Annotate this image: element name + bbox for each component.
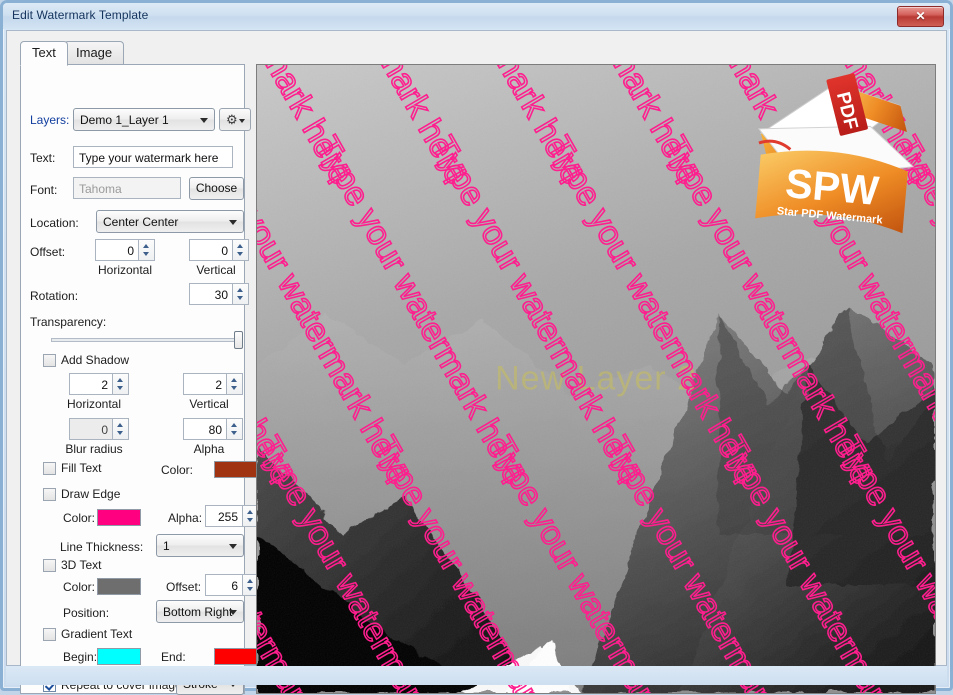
3d-offset-label: Offset:: [166, 580, 202, 594]
gradient-begin-swatch[interactable]: [97, 648, 141, 665]
offset-vertical-stepper[interactable]: [233, 239, 249, 261]
shadow-vertical-caption: Vertical: [189, 397, 229, 411]
text-label: Text:: [30, 151, 56, 165]
chevron-down-icon: [229, 220, 237, 225]
rotation-input[interactable]: 30: [189, 283, 233, 305]
edge-alpha-input[interactable]: 255: [205, 505, 243, 527]
line-thickness-value: 1: [163, 539, 170, 553]
title-bar: Edit Watermark Template ✕: [3, 3, 950, 29]
gear-icon: ⚙: [226, 112, 238, 127]
transparency-slider-thumb[interactable]: [234, 331, 243, 349]
layers-select-value: Demo 1_Layer 1: [80, 113, 169, 127]
edge-color-swatch[interactable]: [97, 509, 141, 526]
tab-text-label: Text: [32, 45, 56, 60]
shadow-horizontal-stepper[interactable]: [113, 373, 129, 395]
gradient-end-label: End:: [161, 650, 186, 664]
font-input[interactable]: Tahoma: [73, 177, 181, 199]
shadow-horizontal-input[interactable]: 2: [69, 373, 113, 395]
svg-text:Type your watermark here: Type your watermark here: [540, 130, 767, 491]
transparency-slider[interactable]: [51, 331, 243, 349]
gradient-begin-label: Begin:: [63, 650, 98, 664]
fill-text-label: Fill Text: [61, 461, 102, 475]
location-select[interactable]: Center Center: [96, 210, 244, 233]
window-title: Edit Watermark Template: [12, 8, 149, 22]
chevron-down-icon: [229, 610, 237, 615]
shadow-alpha-input[interactable]: 80: [183, 418, 227, 440]
3d-color-label: Color:: [63, 580, 96, 594]
watermark-preview[interactable]: New Layer 2 Type your watermark hereType…: [256, 64, 936, 694]
client-area: Text Image Layers: Demo 1_Layer 1 ⚙ Text…: [6, 30, 947, 695]
spw-logo: SPW Star PDF Watermark PDF: [755, 73, 915, 234]
offset-vertical-input[interactable]: 0: [189, 239, 233, 261]
choose-font-button[interactable]: Choose: [189, 177, 244, 200]
3d-offset-input[interactable]: 6: [205, 574, 243, 596]
layers-select[interactable]: Demo 1_Layer 1: [73, 108, 215, 131]
text-options-panel: Layers: Demo 1_Layer 1 ⚙ Text: Type your…: [20, 64, 259, 695]
transparency-slider-track: [51, 338, 243, 342]
line-thickness-select[interactable]: 1: [156, 534, 244, 557]
checkbox-box: [43, 628, 56, 641]
shadow-alpha-caption: Alpha: [193, 442, 225, 456]
layers-label: Layers:: [30, 113, 70, 127]
tab-text[interactable]: Text: [20, 41, 68, 66]
shadow-alpha-stepper[interactable]: [227, 418, 243, 440]
3d-color-swatch[interactable]: [97, 578, 141, 595]
offset-horizontal-stepper[interactable]: [139, 239, 155, 261]
3d-position-value: Bottom Right: [163, 605, 233, 619]
tab-image-label: Image: [76, 45, 113, 60]
chevron-down-icon: [200, 118, 208, 123]
fill-color-swatch[interactable]: [214, 461, 258, 478]
rotation-stepper[interactable]: [233, 283, 249, 305]
gradient-text-label: Gradient Text: [61, 627, 133, 641]
draw-edge-label: Draw Edge: [61, 487, 121, 501]
layer-settings-button[interactable]: ⚙: [219, 108, 251, 131]
shadow-horizontal-caption: Horizontal: [66, 397, 122, 411]
edit-watermark-template-window: Edit Watermark Template ✕ Text Image Lay…: [0, 0, 953, 695]
shadow-vertical-stepper[interactable]: [227, 373, 243, 395]
shadow-blur-stepper[interactable]: [113, 418, 129, 440]
edge-color-label: Color:: [63, 511, 96, 525]
line-thickness-label: Line Thickness:: [60, 540, 144, 554]
svg-text:Type your watermark here: Type your watermark here: [424, 130, 651, 491]
close-button[interactable]: ✕: [897, 6, 944, 27]
font-label: Font:: [30, 183, 58, 197]
offset-horizontal-caption: Horizontal: [97, 263, 153, 277]
checkbox-box: [43, 488, 56, 501]
chevron-down-icon: [229, 544, 237, 549]
chevron-down-icon: [239, 119, 245, 123]
shadow-vertical-input[interactable]: 2: [183, 373, 227, 395]
offset-label: Offset:: [30, 245, 66, 259]
checkbox-box: [43, 462, 56, 475]
transparency-label: Transparency:: [30, 315, 107, 329]
add-shadow-label: Add Shadow: [61, 353, 130, 367]
3d-position-label: Position:: [63, 606, 110, 620]
edge-alpha-label: Alpha:: [168, 511, 203, 525]
spw-logo-title: SPW: [784, 160, 881, 214]
3d-position-select[interactable]: Bottom Right: [156, 600, 244, 623]
location-label: Location:: [30, 216, 79, 230]
watermark-text-input[interactable]: Type your watermark here: [73, 146, 233, 168]
svg-text:Type your watermark here: Type your watermark here: [308, 130, 535, 491]
offset-vertical-caption: Vertical: [196, 263, 236, 277]
fill-color-label: Color:: [161, 463, 194, 477]
offset-horizontal-input[interactable]: 0: [95, 239, 139, 261]
shadow-blur-caption: Blur radius: [65, 442, 123, 456]
tab-image[interactable]: Image: [64, 41, 125, 64]
shadow-blur-input[interactable]: 0: [69, 418, 113, 440]
checkbox-box: [43, 354, 56, 367]
3d-text-label: 3D Text: [61, 558, 102, 572]
rotation-label: Rotation:: [30, 289, 79, 303]
gradient-end-swatch[interactable]: [214, 648, 258, 665]
status-bar: [6, 666, 947, 685]
checkbox-box: [43, 559, 56, 572]
location-select-value: Center Center: [103, 215, 179, 229]
